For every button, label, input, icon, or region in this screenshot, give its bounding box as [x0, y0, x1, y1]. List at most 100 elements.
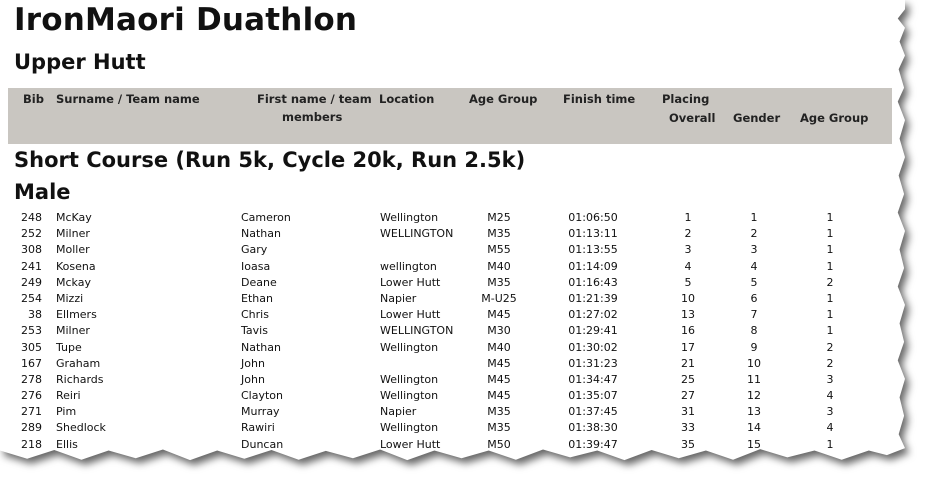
cell-gender: 2 — [750, 227, 758, 241]
cell-finish-time: 01:39:47 — [568, 437, 618, 451]
cell-surname: Graham — [56, 356, 101, 370]
cell-age-group-place: 3 — [826, 372, 834, 386]
table-header: Bib Surname / Team name First name / tea… — [8, 88, 892, 144]
cell-overall: 16 — [681, 324, 695, 338]
cell-age-group-place: 3 — [826, 405, 834, 419]
cell-gender: 10 — [747, 356, 761, 370]
cell-gender: 15 — [747, 437, 761, 451]
cell-first-name: Murray — [241, 405, 280, 419]
cell-finish-time: 01:21:39 — [568, 291, 618, 305]
cell-age-group-place: 1 — [826, 308, 834, 322]
cell-location: Napier — [380, 291, 417, 305]
cell-surname: Milner — [56, 324, 90, 338]
table-row: 38 Ellmers Chris Lower Hutt M45 01:27:02 13 7 1 — [0, 307, 905, 323]
cell-age-group-place: 1 — [826, 259, 834, 273]
cell-surname: McKay — [56, 211, 92, 224]
cell-gender: 13 — [747, 405, 761, 419]
cell-gender: 3 — [750, 243, 758, 257]
cell-first-name: Nathan — [241, 227, 281, 241]
cell-bib: 167 — [21, 356, 42, 370]
cell-age-group: M35 — [487, 227, 511, 241]
cell-surname: Mckay — [56, 275, 91, 289]
cell-location: Lower Hutt — [380, 308, 441, 322]
cell-finish-time: 01:35:07 — [568, 389, 618, 403]
header-firstname-line2: members — [282, 110, 343, 124]
cell-finish-time: 01:13:11 — [568, 227, 618, 241]
cell-age-group-place: 1 — [826, 227, 834, 241]
cell-gender: 4 — [750, 259, 758, 273]
cell-surname: Ellmers — [56, 308, 97, 322]
cell-age-group-place: 1 — [826, 324, 834, 338]
cell-overall: 4 — [684, 259, 692, 273]
cell-gender: 9 — [750, 340, 758, 354]
cell-overall: 2 — [684, 227, 692, 241]
cell-surname: Milner — [56, 227, 90, 241]
cell-finish-time: 01:14:09 — [568, 259, 618, 273]
cell-first-name: Duncan — [241, 437, 284, 451]
cell-surname: Tupe — [56, 340, 82, 354]
cell-age-group-place: 4 — [826, 389, 834, 403]
header-age-group: Age Group — [469, 92, 538, 106]
table-row: 249 Mckay Deane Lower Hutt M35 01:16:43 5 5 2 — [0, 275, 905, 291]
cell-overall: 3 — [684, 243, 692, 257]
cell-location: Wellington — [380, 372, 439, 386]
section-title: Short Course (Run 5k, Cycle 20k, Run 2.5… — [14, 148, 526, 172]
table-row: 276 Reiri Clayton Wellington M45 01:35:07 27 12… — [0, 388, 905, 404]
cell-first-name: Chris — [241, 308, 269, 322]
cell-overall: 13 — [681, 308, 695, 322]
cell-gender: 7 — [750, 308, 758, 322]
cell-overall: 31 — [681, 405, 695, 419]
table-row: 278 Richards John Wellington M45 01:34:47 25 11… — [0, 372, 905, 388]
document-title: IronMaori Duathlon — [14, 2, 358, 38]
cell-bib: 276 — [21, 389, 42, 403]
header-firstname-line1: First name / team — [257, 92, 372, 106]
event-location: Upper Hutt — [14, 50, 146, 74]
cell-location: Napier — [380, 405, 417, 419]
cell-gender: 14 — [747, 421, 761, 435]
table-row: 253 Milner Tavis WELLINGTON M30 01:29:41 16 8 1 — [0, 323, 905, 339]
cell-location: Lower Hutt — [380, 437, 441, 451]
cell-finish-time: 01:31:23 — [568, 356, 618, 370]
cell-finish-time: 01:16:43 — [568, 275, 618, 289]
cell-finish-time: 01:06:50 — [568, 211, 618, 224]
cell-first-name: John — [241, 356, 265, 370]
cell-bib: 241 — [21, 259, 42, 273]
header-placing: Placing — [662, 92, 710, 106]
cell-age-group-place: 1 — [826, 437, 834, 451]
cell-bib: 305 — [21, 340, 42, 354]
cell-finish-time: 01:34:47 — [568, 372, 618, 386]
header-gender: Gender — [733, 111, 781, 125]
cell-bib: 248 — [21, 211, 42, 224]
cell-gender: 5 — [750, 275, 758, 289]
group-title: Male — [14, 180, 71, 204]
cell-age-group: M50 — [487, 437, 511, 451]
cell-location: wellington — [380, 259, 437, 273]
cell-surname: Mizzi — [56, 291, 84, 305]
cell-finish-time: 01:27:02 — [568, 308, 618, 322]
cell-location: WELLINGTON — [380, 324, 454, 338]
cell-surname: Ellis — [56, 437, 78, 451]
cell-finish-time: 01:30:02 — [568, 340, 618, 354]
cell-location: Lower Hutt — [380, 275, 441, 289]
results-sheet: IronMaori Duathlon Upper Hutt Bib Surnam… — [0, 0, 905, 461]
cell-age-group: M35 — [487, 405, 511, 419]
cell-first-name: Deane — [241, 275, 277, 289]
cell-first-name: Gary — [241, 243, 268, 257]
header-finish-time: Finish time — [563, 92, 636, 106]
cell-age-group: M25 — [487, 211, 511, 224]
cell-bib: 254 — [21, 291, 42, 305]
cell-first-name: Tavis — [241, 324, 268, 338]
table-row: 308 Moller Gary M55 01:13:55 3 3 1 — [0, 242, 905, 258]
cell-surname: Kosena — [56, 259, 96, 273]
cell-overall: 5 — [684, 275, 692, 289]
cell-overall: 27 — [681, 389, 695, 403]
cell-overall: 1 — [684, 211, 692, 224]
cell-age-group: M45 — [487, 372, 511, 386]
header-surname: Surname / Team name — [56, 92, 200, 106]
cell-overall: 33 — [681, 421, 695, 435]
header-bib: Bib — [23, 92, 44, 106]
cell-bib: 252 — [21, 227, 42, 241]
cell-first-name: Rawiri — [241, 421, 275, 435]
cell-location: Wellington — [380, 421, 439, 435]
cell-age-group: M35 — [487, 421, 511, 435]
